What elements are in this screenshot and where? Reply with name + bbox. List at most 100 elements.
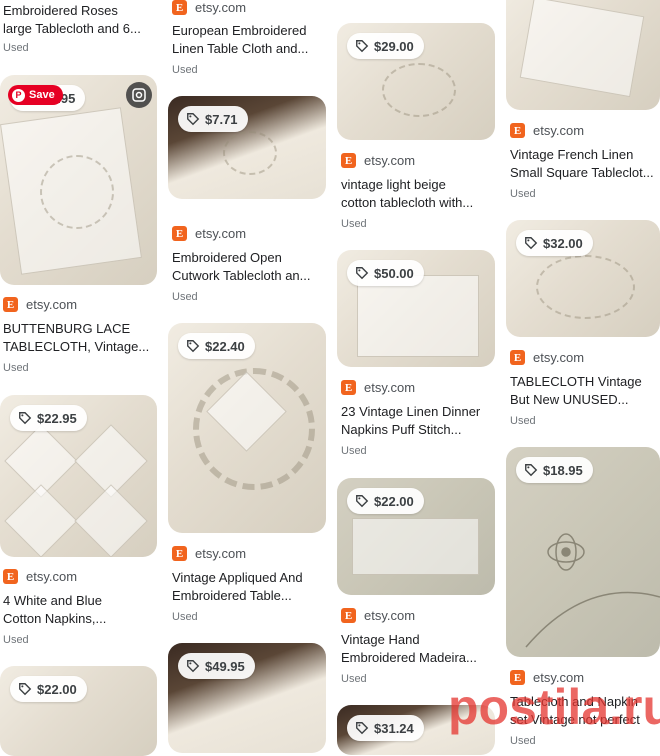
source-link[interactable]: E etsy.com xyxy=(172,546,246,561)
price-value: $22.00 xyxy=(37,681,77,697)
price-value: $22.00 xyxy=(374,493,414,509)
title-line: Linen Table Cloth and... xyxy=(172,41,309,56)
title-line: Embroidered Madeira... xyxy=(341,650,477,665)
product-image[interactable]: $29.00 xyxy=(337,23,495,140)
price-tag-icon xyxy=(356,722,369,735)
source-domain: etsy.com xyxy=(533,123,585,138)
price-tag-icon xyxy=(525,237,538,250)
product-title[interactable]: Vintage French Linen Small Square Tablec… xyxy=(510,146,660,182)
product-title[interactable]: Embroidered Open Cutwork Tablecloth an..… xyxy=(172,249,327,285)
price-tag-icon xyxy=(356,40,369,53)
price-badge: $49.95 xyxy=(178,653,255,679)
title-line: Vintage French Linen xyxy=(510,147,634,162)
source-domain: etsy.com xyxy=(364,608,416,623)
title-line: vintage light beige xyxy=(341,177,446,192)
product-image[interactable]: $22.40 xyxy=(168,323,326,533)
price-badge: $31.24 xyxy=(347,715,424,741)
source-domain: etsy.com xyxy=(533,350,585,365)
price-value: $49.95 xyxy=(205,658,245,674)
source-link[interactable]: E etsy.com xyxy=(510,350,584,365)
title-line: 23 Vintage Linen Dinner xyxy=(341,404,481,419)
etsy-favicon-icon: E xyxy=(510,670,525,685)
product-image[interactable]: $22.95 xyxy=(0,395,157,557)
title-line: cotton tablecloth with... xyxy=(341,195,474,210)
product-title[interactable]: Vintage Hand Embroidered Madeira... xyxy=(341,631,496,667)
title-line: Napkins Puff Stitch... xyxy=(341,422,462,437)
product-title[interactable]: vintage light beige cotton tablecloth wi… xyxy=(341,176,496,212)
source-link[interactable]: E etsy.com xyxy=(341,380,415,395)
source-link[interactable]: E etsy.com xyxy=(172,0,246,15)
source-domain: etsy.com xyxy=(195,226,247,241)
product-title[interactable]: TABLECLOTH Vintage But New UNUSED... xyxy=(510,373,660,409)
price-tag-icon xyxy=(356,495,369,508)
price-value: $50.00 xyxy=(374,265,414,281)
price-badge: $22.00 xyxy=(10,676,87,702)
price-tag-icon xyxy=(356,267,369,280)
embroidery-pattern xyxy=(536,255,635,319)
source-link[interactable]: E etsy.com xyxy=(341,153,415,168)
product-title[interactable]: 4 White and Blue Cotton Napkins,... xyxy=(3,592,158,628)
lace-pattern xyxy=(40,155,114,229)
etsy-favicon-icon: E xyxy=(3,569,18,584)
price-value: $18.95 xyxy=(543,462,583,478)
lens-icon xyxy=(132,88,146,102)
product-title[interactable]: Embroidered Roses large Tablecloth and 6… xyxy=(3,2,158,38)
price-badge: $7.71 xyxy=(178,106,248,132)
source-link[interactable]: E etsy.com xyxy=(172,226,246,241)
product-image[interactable] xyxy=(506,0,660,110)
tablecloth-image-detail xyxy=(519,0,645,98)
etsy-favicon-icon: E xyxy=(3,297,18,312)
source-link[interactable]: E etsy.com xyxy=(3,297,77,312)
price-tag-icon xyxy=(19,412,32,425)
product-title[interactable]: European Embroidered Linen Table Cloth a… xyxy=(172,22,327,58)
title-line: But New UNUSED... xyxy=(510,392,629,407)
title-line: Embroidered Roses xyxy=(3,3,118,18)
condition-label: Used xyxy=(3,634,29,646)
visual-search-button[interactable] xyxy=(126,82,152,108)
source-domain: etsy.com xyxy=(195,546,247,561)
title-line: TABLECLOTH, Vintage... xyxy=(3,339,150,354)
price-badge: $29.00 xyxy=(347,33,424,59)
source-domain: etsy.com xyxy=(533,670,585,685)
title-line: Vintage Hand xyxy=(341,632,420,647)
pinterest-save-button[interactable]: P Save xyxy=(8,85,63,105)
source-domain: etsy.com xyxy=(26,297,78,312)
save-label: Save xyxy=(29,89,55,101)
title-line: BUTTENBURG LACE xyxy=(3,321,131,336)
etsy-favicon-icon: E xyxy=(172,0,187,15)
price-value: $31.24 xyxy=(374,720,414,736)
title-line: Cotton Napkins,... xyxy=(3,611,107,626)
product-image[interactable]: $22.00 xyxy=(337,478,495,595)
etsy-favicon-icon: E xyxy=(510,350,525,365)
price-badge: $22.95 xyxy=(10,405,87,431)
source-domain: etsy.com xyxy=(364,380,416,395)
napkin-stack-detail xyxy=(357,275,479,357)
source-link[interactable]: E etsy.com xyxy=(510,123,584,138)
product-image[interactable]: $7.71 xyxy=(168,96,326,199)
product-image[interactable]: $18.95 xyxy=(506,447,660,657)
product-image[interactable]: $50.00 xyxy=(337,250,495,367)
condition-label: Used xyxy=(172,291,198,303)
title-line: Tablecloth and Napkin xyxy=(510,694,638,709)
source-link[interactable]: E etsy.com xyxy=(510,670,584,685)
source-link[interactable]: E etsy.com xyxy=(341,608,415,623)
product-image[interactable]: $31.24 xyxy=(337,705,495,755)
price-badge: $22.00 xyxy=(347,488,424,514)
product-image[interactable]: $32.00 xyxy=(506,220,660,337)
title-line: Embroidered Open xyxy=(172,250,282,265)
price-value: $7.71 xyxy=(205,111,238,127)
title-line: TABLECLOTH Vintage xyxy=(510,374,642,389)
napkin-detail xyxy=(4,484,78,557)
product-title[interactable]: Tablecloth and Napkin set Vintage not pe… xyxy=(510,693,660,729)
price-value: $22.40 xyxy=(205,338,245,354)
title-line: Small Square Tableclot... xyxy=(510,165,654,180)
product-title[interactable]: BUTTENBURG LACE TABLECLOTH, Vintage... xyxy=(3,320,158,356)
title-line: large Tablecloth and 6... xyxy=(3,21,141,36)
product-title[interactable]: 23 Vintage Linen Dinner Napkins Puff Sti… xyxy=(341,403,496,439)
product-title[interactable]: Vintage Appliqued And Embroidered Table.… xyxy=(172,569,327,605)
condition-label: Used xyxy=(172,64,198,76)
source-link[interactable]: E etsy.com xyxy=(3,569,77,584)
product-image[interactable]: $49.95 xyxy=(168,643,326,753)
source-domain: etsy.com xyxy=(195,0,247,15)
napkin-detail xyxy=(74,484,148,557)
